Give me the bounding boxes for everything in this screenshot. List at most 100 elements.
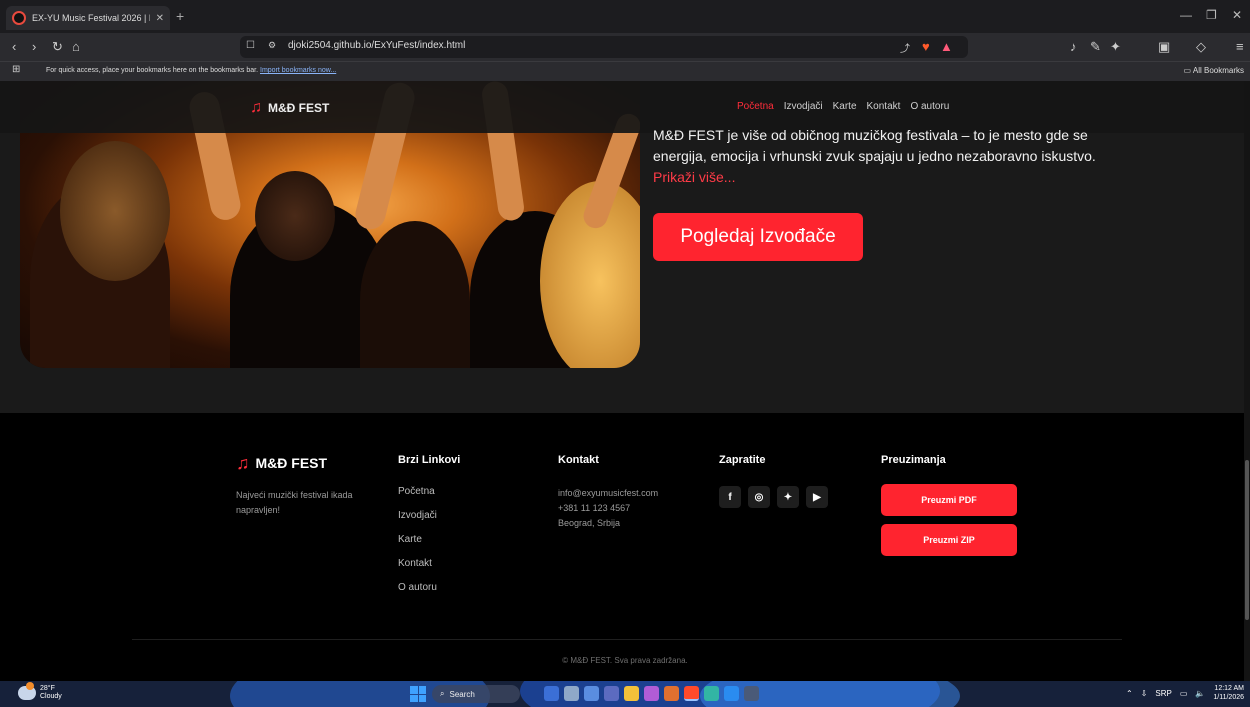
view-performers-button[interactable]: Pogledaj Izvođače [653,213,863,261]
browser-tab-bar: EX-YU Music Festival 2026 | M&Đ ✕ + — ❐ … [0,0,1250,33]
network-icon[interactable]: ▭ [1180,689,1188,698]
instagram-icon[interactable]: ◎ [748,486,770,508]
hero-text: M&Đ FEST je više od običnog muzičkog fes… [653,127,1096,164]
copilot-icon[interactable] [584,686,599,701]
close-window-icon[interactable]: ✕ [1232,8,1242,22]
menu-icon[interactable]: ≡ [1236,39,1244,54]
facebook-icon[interactable]: f [719,486,741,508]
youtube-icon[interactable]: ▶ [806,486,828,508]
vscode-icon[interactable] [724,686,739,701]
clock[interactable]: 12:12 AM 1/11/2026 [1213,684,1244,702]
puzzle-icon[interactable]: ✦ [1110,39,1121,55]
tab-close-icon[interactable]: ✕ [156,13,164,24]
site-logo[interactable]: ♫ M&Đ FEST [250,100,329,116]
brave-browser-icon[interactable] [684,686,699,701]
home-icon[interactable]: ⌂ [72,39,80,54]
weather-condition: Cloudy [40,693,62,700]
apps-icon[interactable]: ⊞ [12,64,20,75]
contact-heading: Kontakt [558,454,599,466]
footer-logo[interactable]: ♫ M&Đ FEST [236,454,376,472]
search-label: Search [449,689,475,699]
site-info-icon[interactable]: ⚙ [268,40,276,51]
footer-divider [132,639,1122,640]
bookmarks-hint: For quick access, place your bookmarks h… [46,67,259,74]
back-icon[interactable]: ‹ [12,39,16,54]
copyright-text: © M&Đ FEST. Sva prava zadržana. [562,656,688,665]
browser-toolbar: ‹ › ↻ ⌂ ☐ ⚙ djoki2504.github.io/ExYuFest… [0,33,1250,61]
task-view-icon[interactable] [564,686,579,701]
quick-links-heading: Brzi Linkovi [398,454,461,466]
browser-tab[interactable]: EX-YU Music Festival 2026 | M&Đ ✕ [6,6,170,30]
main-nav: Početna Izvodjači Karte Kontakt O autoru [737,101,949,112]
download-pdf-button[interactable]: Preuzmi PDF [881,484,1017,516]
footer-logo-text: M&Đ FEST [255,455,328,471]
scrollbar-thumb[interactable] [1245,460,1249,620]
minimize-icon[interactable]: — [1180,8,1192,22]
footer-link-o-autoru[interactable]: O autoru [398,582,460,606]
nav-item-pocetna[interactable]: Početna [737,101,774,112]
nav-item-kontakt[interactable]: Kontakt [867,101,901,112]
temperature: 28°F [40,685,55,692]
show-more-link[interactable]: Prikaži više... [653,169,735,185]
forward-icon[interactable]: › [32,39,36,54]
download-zip-button[interactable]: Preuzmi ZIP [881,524,1017,556]
site-favicon-icon [12,11,26,25]
music-note-icon: ♫ [236,453,250,473]
web-page: ♫ M&Đ FEST Početna Izvodjači Karte Konta… [0,81,1250,681]
nav-item-izvodjaci[interactable]: Izvodjači [784,101,823,112]
footer-quick-links: Brzi Linkovi Početna Izvodjači Karte Kon… [398,454,460,606]
share-icon[interactable]: ⤴ [900,40,910,55]
app-icon[interactable] [644,686,659,701]
footer-link-izvodjaci[interactable]: Izvodjači [398,510,460,534]
volume-icon[interactable]: 🔈 [1195,689,1205,698]
url-text: djoki2504.github.io/ExYuFest/index.html [288,40,466,51]
contact-email[interactable]: info@exyumusicfest.com [558,486,658,501]
bookmarks-bar: ⊞ For quick access, place your bookmarks… [0,61,1250,81]
file-explorer-icon[interactable] [624,686,639,701]
start-icon[interactable] [410,686,426,702]
rewards-icon[interactable]: ▲ [940,39,953,54]
music-note-icon: ♫ [250,99,262,116]
nav-item-karte[interactable]: Karte [833,101,857,112]
reload-icon[interactable]: ↻ [52,39,63,55]
hero-description: M&Đ FEST je više od običnog muzičkog fes… [653,125,1133,188]
footer-brand: ♫ M&Đ FEST Najveći muzički festival ikad… [236,454,376,518]
downloads-heading: Preuzimanja [881,454,946,466]
all-bookmarks-button[interactable]: ▭ All Bookmarks [1184,66,1244,75]
pen-icon[interactable]: ✎ [1090,39,1101,55]
clock-time: 12:12 AM [1214,685,1244,692]
all-bookmarks-label: All Bookmarks [1192,66,1244,75]
maximize-icon[interactable]: ❐ [1206,8,1217,22]
app-icon-2[interactable] [664,686,679,701]
language-indicator[interactable]: SRP [1155,689,1171,698]
footer-social: Zapratite f ◎ ✦ ▶ [719,454,828,508]
footer-contact: Kontakt info@exyumusicfest.com +381 11 1… [558,454,658,531]
extension-icon[interactable]: ♪ [1070,39,1077,54]
clock-date: 1/11/2026 [1213,694,1244,701]
footer-link-kontakt[interactable]: Kontakt [398,558,460,582]
footer-tagline: Najveći muzički festival ikada napravlje… [236,490,353,515]
sidebar-icon[interactable]: ▣ [1158,39,1170,55]
footer-downloads: Preuzimanja Preuzmi PDF Preuzmi ZIP [881,454,1017,556]
calculator-icon[interactable] [744,686,759,701]
taskbar-search[interactable]: ⌕ Search [432,685,520,703]
twitter-icon[interactable]: ✦ [777,486,799,508]
site-footer: ♫ M&Đ FEST Najveći muzički festival ikad… [0,413,1250,681]
cloudy-icon [18,682,36,700]
usb-icon[interactable]: ⇩ [1141,689,1148,698]
weather-widget[interactable]: 28°F Cloudy [18,682,62,701]
footer-link-karte[interactable]: Karte [398,534,460,558]
search-icon: ⌕ [440,689,445,698]
brave-shield-icon[interactable]: ♥ [922,39,930,54]
chevron-up-icon[interactable]: ⌃ [1126,689,1133,698]
footer-link-pocetna[interactable]: Početna [398,486,460,510]
wallet-icon[interactable]: ◇ [1196,39,1206,55]
teams-icon[interactable] [604,686,619,701]
import-bookmarks-link[interactable]: Import bookmarks now... [260,67,336,74]
nav-item-o-autoru[interactable]: O autoru [910,101,949,112]
bookmark-icon[interactable]: ☐ [246,40,255,51]
new-tab-icon[interactable]: + [176,8,184,24]
edge-icon[interactable] [704,686,719,701]
widgets-app-icon[interactable] [544,686,559,701]
contact-phone: +381 11 123 4567 [558,503,631,513]
